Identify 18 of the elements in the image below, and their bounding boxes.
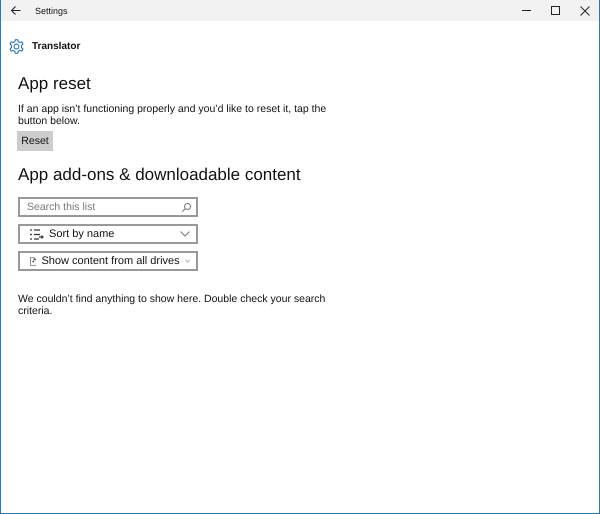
app-name: Translator (32, 41, 80, 52)
reset-button[interactable]: Reset (17, 131, 53, 151)
chevron-icon (180, 231, 190, 237)
window-title: Settings (35, 6, 69, 16)
search-field[interactable]: Search this list (18, 197, 198, 217)
back-arrow-icon[interactable] (11, 6, 21, 15)
section-heading: App add-ons & downloadable content (18, 165, 302, 185)
description-text: If an app isn’t functioning properly and you’d like to reset it, tap the button below. (18, 103, 328, 127)
settings-icon (9, 39, 24, 54)
search-icon (182, 203, 191, 212)
maximize-icon (551, 6, 560, 15)
close-icon (580, 6, 590, 16)
section-heading: App reset (18, 74, 92, 94)
dropdown[interactable]: Sort by name (18, 224, 198, 244)
list-icon (30, 228, 44, 240)
empty-message: We couldn’t find anything to show here. Double check your search criteria. (18, 293, 326, 317)
chevron-icon (184, 258, 190, 264)
dropdown[interactable]: Show content from all drives (18, 251, 198, 271)
